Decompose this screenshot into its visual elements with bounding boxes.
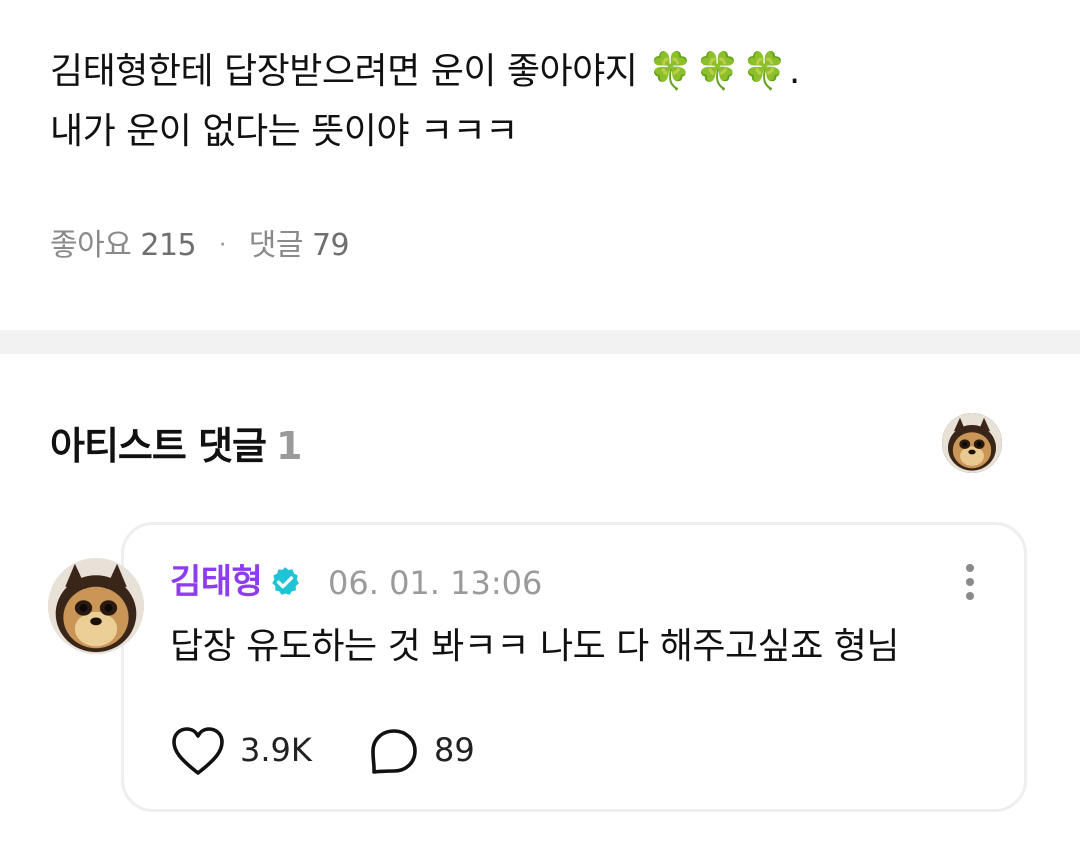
reply-bubble-icon[interactable] [368, 726, 420, 778]
clover-emoji: 🍀🍀🍀 [648, 51, 789, 92]
more-options-icon[interactable] [955, 560, 985, 604]
post-text-period: . [788, 51, 800, 92]
section-divider [0, 330, 1080, 354]
likes-label[interactable]: 좋아요 [50, 228, 132, 263]
comment-timestamp: 06. 01. 13:06 [328, 564, 543, 602]
post-text-line-1: 김태형한테 답장받으려면 운이 좋아야지 🍀🍀🍀. [50, 42, 1030, 102]
artist-comments-count: 1 [276, 424, 302, 468]
comments-count[interactable]: 79 [312, 228, 350, 263]
dog-avatar-image [48, 558, 144, 654]
artist-comments-header: 아티스트 댓글 1 [50, 418, 302, 474]
reply-count[interactable]: 89 [434, 728, 475, 772]
dog-avatar-image [942, 413, 1002, 473]
post-text: 김태형한테 답장받으려면 운이 좋아야지 🍀🍀🍀. 내가 운이 없다는 뜻이야 … [50, 42, 1030, 162]
comment-text: 답장 유도하는 것 봐ㅋㅋ 나도 다 해주고싶죠 형님 [170, 626, 900, 667]
artist-comments-title: 아티스트 댓글 [50, 424, 267, 468]
comments-label[interactable]: 댓글 [249, 228, 304, 263]
verified-badge-icon [272, 567, 299, 595]
comment-author-name[interactable]: 김태형 [170, 558, 263, 606]
meta-separator: · [219, 233, 226, 258]
likes-count[interactable]: 215 [140, 228, 196, 263]
post-meta: 좋아요 215 · 댓글 79 [50, 224, 350, 268]
post-text-line-1-body: 김태형한테 답장받으려면 운이 좋아야지 [50, 51, 638, 92]
heart-icon[interactable] [170, 725, 226, 777]
post-content: 김태형한테 답장받으려면 운이 좋아야지 🍀🍀🍀. 내가 운이 없다는 뜻이야 … [0, 0, 1080, 330]
post-text-line-2: 내가 운이 없다는 뜻이야 ㅋㅋㅋ [50, 111, 518, 152]
artist-avatar[interactable] [942, 413, 1002, 473]
like-count[interactable]: 3.9K [240, 728, 312, 772]
comment-author-avatar[interactable] [48, 558, 144, 654]
